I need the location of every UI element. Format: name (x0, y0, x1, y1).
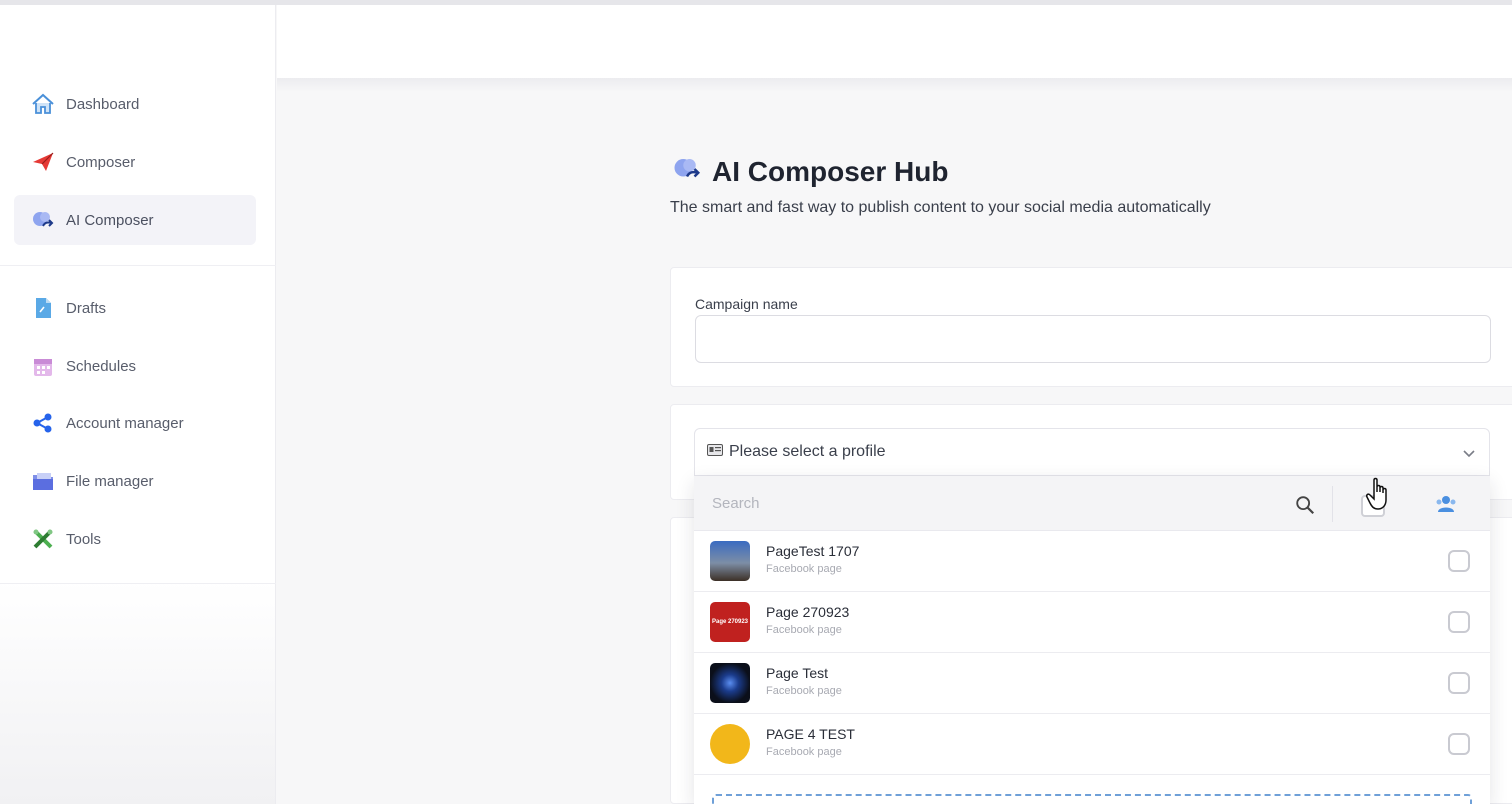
sidebar-divider (0, 265, 276, 266)
top-header (277, 5, 1512, 78)
page-title: AI Composer Hub (670, 154, 948, 189)
page-type: Facebook page (766, 624, 842, 636)
profile-list-item[interactable]: PageTest 1707 Facebook page (694, 531, 1490, 592)
folder-icon (30, 468, 56, 494)
page-checkbox[interactable] (1448, 672, 1470, 694)
page-name: PageTest 1707 (766, 543, 860, 559)
sidebar-item-label: Account manager (66, 414, 184, 432)
page-name: Page Test (766, 665, 829, 681)
profile-list-item[interactable]: Page 270923 Page 270923 Facebook page (694, 592, 1490, 653)
sidebar-item-label: Dashboard (66, 95, 140, 113)
profile-card-icon (707, 443, 723, 461)
profile-list-item[interactable]: PAGE 4 TEST Facebook page (694, 714, 1490, 775)
campaign-card: Campaign name (670, 267, 1512, 387)
page-avatar (710, 663, 750, 703)
paper-plane-icon (30, 149, 56, 175)
page-checkbox[interactable] (1448, 550, 1470, 572)
page-avatar: Page 270923 (710, 602, 750, 642)
page-type: Facebook page (766, 746, 842, 758)
chevron-down-icon (1463, 450, 1475, 458)
home-icon (30, 91, 56, 117)
sidebar-item-schedules[interactable]: Schedules (14, 341, 256, 391)
profile-search-input[interactable] (694, 476, 1330, 531)
page-checkbox[interactable] (1448, 611, 1470, 633)
search-divider (1332, 486, 1333, 522)
sidebar-group-primary: Dashboard Composer AI Composer (0, 75, 276, 265)
sidebar-item-label: Tools (66, 530, 102, 548)
sidebar-item-drafts[interactable]: Drafts (14, 283, 256, 333)
profile-select[interactable]: Please select a profile (694, 428, 1490, 476)
page-checkbox[interactable] (1448, 733, 1470, 755)
page-type: Facebook page (766, 563, 842, 575)
sidebar-item-label: Schedules (66, 357, 137, 375)
share-nodes-icon (30, 410, 56, 436)
campaign-name-label: Campaign name (695, 296, 798, 312)
calendar-icon (30, 353, 56, 379)
sidebar-item-ai-composer[interactable]: AI Composer (14, 195, 256, 245)
page-avatar (710, 541, 750, 581)
sidebar-item-composer[interactable]: Composer (14, 137, 256, 187)
page-subtitle: The smart and fast way to publish conten… (670, 199, 1211, 216)
sidebar-group-secondary: Drafts Schedules Account manager File ma… (0, 277, 276, 583)
page-name: Page 270923 (766, 604, 850, 620)
sidebar: Dashboard Composer AI Composer Drafts Sc… (0, 5, 276, 804)
campaign-name-input[interactable] (695, 315, 1491, 363)
sidebar-item-account-manager[interactable]: Account manager (14, 398, 256, 448)
sidebar-item-label: Drafts (66, 299, 107, 317)
brain-icon (30, 207, 56, 233)
sidebar-item-file-manager[interactable]: File manager (14, 456, 256, 506)
sidebar-divider (0, 583, 276, 584)
search-icon[interactable] (1294, 494, 1316, 516)
sidebar-item-label: AI Composer (66, 211, 154, 229)
page-name: PAGE 4 TEST (766, 726, 855, 742)
page-avatar-text: Page 270923 (711, 618, 749, 625)
profile-dropdown: PageTest 1707 Facebook page Page 270923 … (694, 476, 1490, 804)
brain-icon (670, 154, 704, 189)
profile-list-item[interactable]: Page Test Facebook page (694, 653, 1490, 714)
tools-icon (30, 526, 56, 552)
sidebar-item-dashboard[interactable]: Dashboard (14, 79, 256, 129)
profile-select-placeholder: Please select a profile (729, 443, 886, 460)
sidebar-item-label: File manager (66, 472, 154, 490)
page-title-text: AI Composer Hub (712, 155, 949, 187)
header-shadow (277, 78, 1512, 92)
user-group-icon[interactable] (1434, 492, 1458, 516)
hand-cursor-icon (1366, 477, 1387, 510)
document-icon (30, 295, 56, 321)
page-type: Facebook page (766, 685, 842, 697)
page-avatar (710, 724, 750, 764)
sidebar-item-label: Composer (66, 153, 136, 171)
dashed-upload-area[interactable] (712, 794, 1472, 804)
sidebar-item-tools[interactable]: Tools (14, 514, 256, 564)
